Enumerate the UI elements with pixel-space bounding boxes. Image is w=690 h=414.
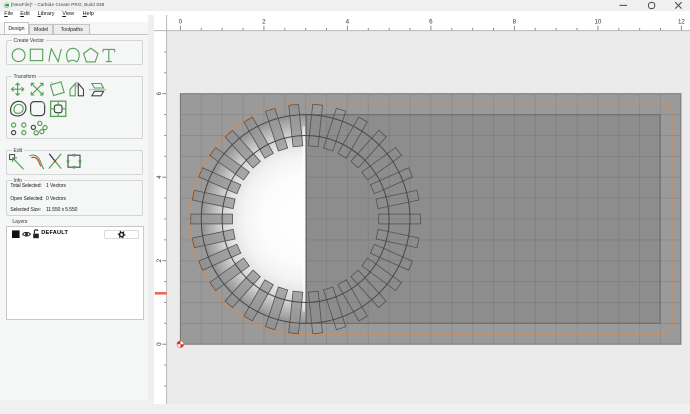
svg-text:4: 4	[156, 175, 163, 179]
svg-text:2: 2	[262, 18, 266, 25]
svg-text:12: 12	[678, 18, 685, 25]
svg-text:8: 8	[513, 18, 517, 25]
svg-text:10: 10	[594, 18, 601, 25]
svg-text:6: 6	[429, 18, 433, 25]
svg-text:6: 6	[156, 91, 163, 95]
svg-text:4: 4	[346, 18, 350, 25]
svg-text:0: 0	[179, 18, 183, 25]
svg-text:2: 2	[156, 258, 163, 262]
svg-text:0: 0	[156, 342, 163, 346]
